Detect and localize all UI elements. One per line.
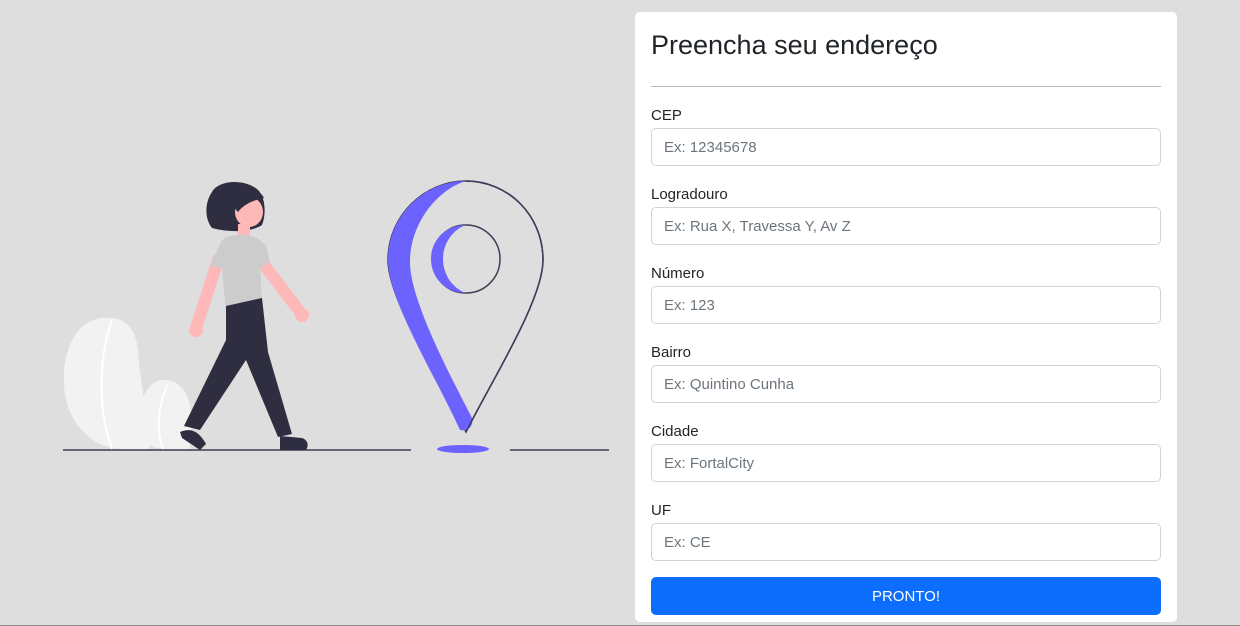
uf-label: UF [651, 502, 671, 519]
logradouro-input[interactable] [651, 207, 1161, 245]
logradouro-label: Logradouro [651, 186, 728, 203]
address-form-card: Preencha seu endereço CEP Logradouro Núm… [634, 11, 1178, 623]
field-cidade: Cidade [651, 423, 1161, 482]
field-logradouro: Logradouro [651, 186, 1161, 245]
field-cep: CEP [651, 107, 1161, 166]
cep-label: CEP [651, 107, 682, 124]
plant-leaf-icon [63, 317, 192, 450]
submit-button[interactable]: PRONTO! [651, 577, 1161, 615]
field-uf: UF [651, 502, 1161, 561]
cidade-label: Cidade [651, 423, 699, 440]
page-title: Preencha seu endereço [651, 30, 938, 60]
bairro-label: Bairro [651, 344, 692, 361]
uf-input[interactable] [651, 523, 1161, 561]
cidade-input[interactable] [651, 444, 1161, 482]
bairro-input[interactable] [651, 365, 1161, 403]
title-divider [651, 86, 1161, 87]
map-pin-icon [387, 180, 544, 453]
field-bairro: Bairro [651, 344, 1161, 403]
field-numero: Número [651, 265, 1161, 324]
woman-figure [180, 181, 309, 450]
cep-input[interactable] [651, 128, 1161, 166]
address-illustration [63, 180, 609, 453]
numero-input[interactable] [651, 286, 1161, 324]
numero-label: Número [651, 265, 705, 282]
